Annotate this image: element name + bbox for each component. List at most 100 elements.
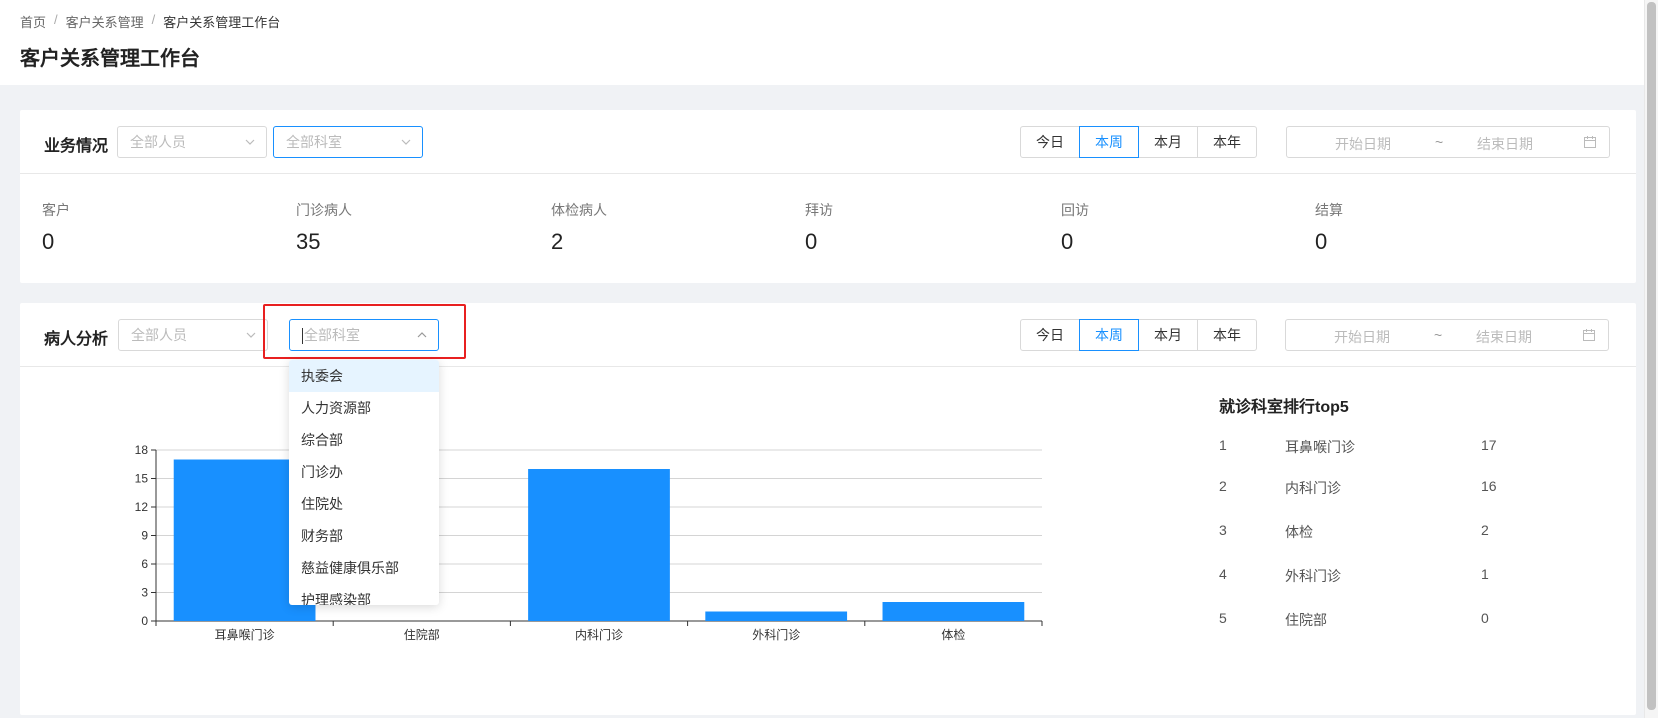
scrollbar-thumb[interactable] <box>1647 2 1656 710</box>
ranking-index: 1 <box>1219 437 1227 453</box>
text-caret <box>302 328 303 345</box>
patient-period-year[interactable]: 本年 <box>1197 319 1257 351</box>
page-header: 首页 / 客户关系管理 / 客户关系管理工作台 客户关系管理工作台 <box>0 0 1658 85</box>
ranking-dept: 内科门诊 <box>1285 480 1341 496</box>
stat-value: 2 <box>551 229 564 254</box>
stat-checkup: 体检病人 2 <box>551 200 607 255</box>
date-end: 结束日期 <box>1477 136 1533 152</box>
calendar-icon <box>1583 135 1597 149</box>
stat-label: 客户 <box>42 202 70 218</box>
breadcrumb-home[interactable]: 首页 <box>20 12 46 31</box>
business-period-today[interactable]: 今日 <box>1020 126 1080 158</box>
patient-person-select[interactable]: 全部人员 <box>118 319 268 351</box>
business-date-range[interactable]: 开始日期 ~ 结束日期 <box>1286 126 1610 158</box>
bar <box>528 469 670 621</box>
patient-period-group: 今日 本周 本月 本年 <box>1020 319 1257 351</box>
business-person-select[interactable]: 全部人员 <box>117 126 267 158</box>
patient-card-header: 病人分析 全部人员 全部科室 今日 本周 本月 本年 开始日期 ~ 结束日期 <box>20 303 1636 367</box>
ranking-index: 4 <box>1219 566 1227 582</box>
date-end: 结束日期 <box>1476 329 1532 345</box>
business-dept-select[interactable]: 全部科室 <box>273 126 423 158</box>
breadcrumb-crm[interactable]: 客户关系管理 <box>66 12 144 31</box>
business-period-week[interactable]: 本周 <box>1079 126 1139 158</box>
business-card-header: 业务情况 全部人员 全部科室 今日 本周 本月 本年 开始日期 ~ 结束日期 <box>20 110 1636 174</box>
y-tick-label: 12 <box>135 500 149 514</box>
stat-value: 0 <box>805 229 818 254</box>
y-tick-label: 6 <box>141 557 148 571</box>
bar <box>705 611 848 621</box>
patient-dept-select[interactable]: 全部科室 <box>289 319 439 351</box>
ranking-index: 5 <box>1219 610 1227 626</box>
ranking-dept: 住院部 <box>1285 612 1327 628</box>
date-sep: ~ <box>1434 327 1443 343</box>
stat-visit: 拜访 0 <box>805 200 833 255</box>
chevron-down-icon <box>244 136 256 148</box>
business-period-year[interactable]: 本年 <box>1197 126 1257 158</box>
ranking-dept: 耳鼻喉门诊 <box>1285 439 1355 455</box>
dropdown-option[interactable]: 慈益健康俱乐部 <box>289 552 439 584</box>
y-tick-label: 0 <box>141 614 148 628</box>
dropdown-option[interactable]: 财务部 <box>289 520 439 552</box>
business-period-month[interactable]: 本月 <box>1138 126 1198 158</box>
y-tick-label: 3 <box>141 586 148 600</box>
date-start: 开始日期 <box>1335 136 1391 152</box>
ranking-title: 就诊科室排行top5 <box>1219 399 1349 416</box>
stat-settlement: 结算 0 <box>1315 200 1343 255</box>
stat-label: 拜访 <box>805 202 833 218</box>
ranking-count: 16 <box>1481 478 1497 494</box>
x-tick-label: 内科门诊 <box>575 627 623 642</box>
x-tick-label: 体检 <box>941 627 965 642</box>
stat-label: 结算 <box>1315 202 1343 218</box>
patient-period-month[interactable]: 本月 <box>1138 319 1198 351</box>
ranking-dept: 体检 <box>1285 524 1313 540</box>
dept-dropdown-menu: 执委会 人力资源部 综合部 门诊办 住院处 财务部 慈益健康俱乐部 护理感染部 <box>289 360 439 605</box>
stat-label: 体检病人 <box>551 202 607 218</box>
stat-value: 0 <box>1315 229 1328 254</box>
breadcrumb-current: 客户关系管理工作台 <box>163 15 281 30</box>
dropdown-option[interactable]: 人力资源部 <box>289 392 439 424</box>
stat-customer: 客户 0 <box>42 200 70 255</box>
stat-followup: 回访 0 <box>1061 200 1089 255</box>
page-scrollbar[interactable] <box>1644 0 1658 718</box>
ranking-index: 2 <box>1219 478 1227 494</box>
date-sep: ~ <box>1435 134 1444 150</box>
ranking-count: 1 <box>1481 566 1489 582</box>
chevron-down-icon <box>400 136 412 148</box>
y-tick-label: 18 <box>135 443 149 457</box>
stat-value: 0 <box>42 229 55 254</box>
business-person-placeholder: 全部人员 <box>130 134 186 150</box>
business-card: 业务情况 全部人员 全部科室 今日 本周 本月 本年 开始日期 ~ 结束日期 客… <box>20 110 1636 283</box>
stat-value: 0 <box>1061 229 1074 254</box>
x-tick-label: 外科门诊 <box>752 627 800 642</box>
business-period-group: 今日 本周 本月 本年 <box>1020 126 1257 158</box>
dropdown-option[interactable]: 综合部 <box>289 424 439 456</box>
business-title: 业务情况 <box>44 138 109 155</box>
stat-label: 回访 <box>1061 202 1089 218</box>
stat-value: 35 <box>296 229 321 254</box>
dropdown-option[interactable]: 门诊办 <box>289 456 439 488</box>
chevron-down-icon <box>245 329 257 341</box>
patient-dept-placeholder: 全部科室 <box>304 327 360 343</box>
ranking-count: 0 <box>1481 610 1489 626</box>
patient-period-today[interactable]: 今日 <box>1020 319 1080 351</box>
breadcrumb: 首页 / 客户关系管理 / 客户关系管理工作台 <box>20 12 281 31</box>
patient-period-week[interactable]: 本周 <box>1079 319 1139 351</box>
stat-label: 门诊病人 <box>296 202 352 218</box>
x-tick-label: 耳鼻喉门诊 <box>215 627 275 642</box>
ranking-count: 2 <box>1481 522 1489 538</box>
y-tick-label: 9 <box>141 529 148 543</box>
date-start: 开始日期 <box>1334 329 1390 345</box>
page-title: 客户关系管理工作台 <box>20 48 200 70</box>
y-tick-label: 15 <box>135 472 149 486</box>
calendar-icon <box>1582 328 1596 342</box>
stat-outpatient: 门诊病人 35 <box>296 200 352 255</box>
ranking-count: 17 <box>1481 437 1497 453</box>
ranking-dept: 外科门诊 <box>1285 568 1341 584</box>
business-dept-placeholder: 全部科室 <box>286 134 342 150</box>
dropdown-option[interactable]: 执委会 <box>289 360 439 392</box>
dropdown-option[interactable]: 护理感染部 <box>289 584 439 605</box>
bar <box>882 602 1025 621</box>
patient-dept-bar-chart: 0 3 6 9 12 15 18 耳鼻喉门诊 住院部 内科门诊 外科门诊 体检 <box>135 443 1043 642</box>
dropdown-option[interactable]: 住院处 <box>289 488 439 520</box>
patient-date-range[interactable]: 开始日期 ~ 结束日期 <box>1285 319 1609 351</box>
